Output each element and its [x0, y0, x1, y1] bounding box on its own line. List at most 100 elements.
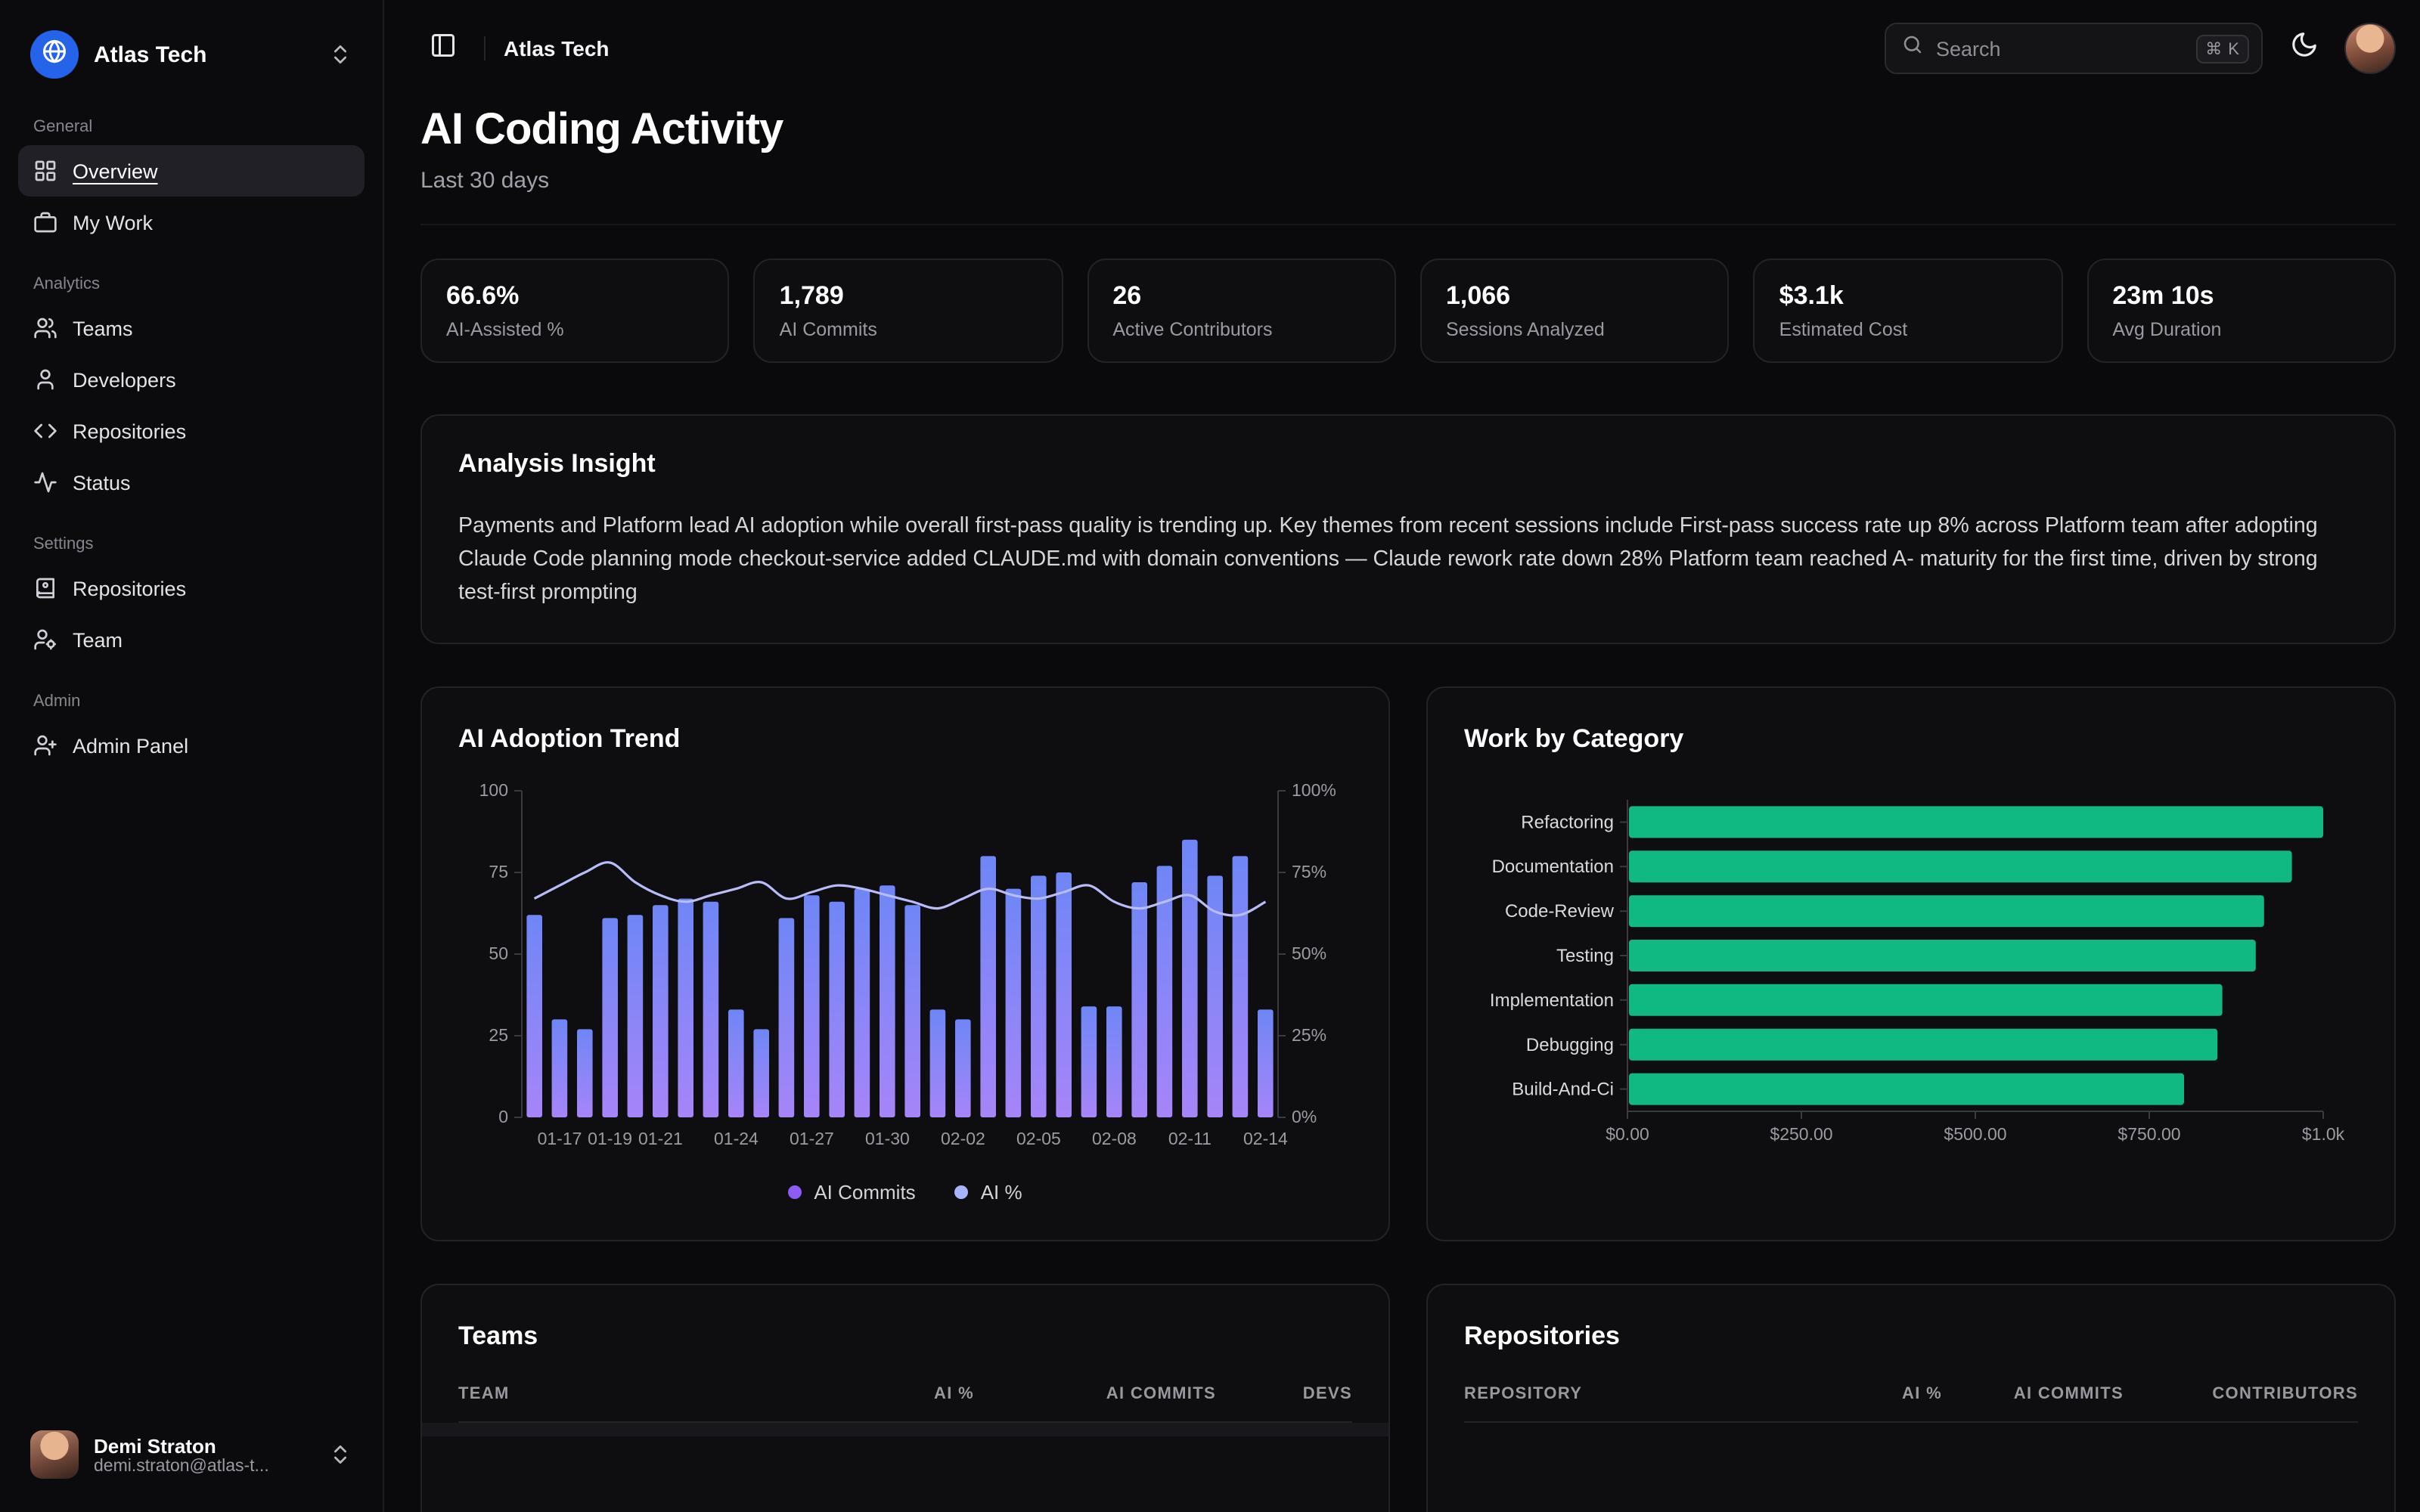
svg-text:100%: 100% — [1292, 781, 1336, 801]
stat-card-ai-commits: 1,789 AI Commits — [754, 259, 1063, 363]
table-row[interactable] — [422, 1424, 1388, 1437]
topbar: Atlas Tech ⌘ K — [384, 0, 2420, 97]
chevrons-up-down-icon — [328, 1442, 352, 1467]
svg-text:50%: 50% — [1292, 944, 1326, 964]
svg-text:50: 50 — [489, 944, 508, 964]
user-avatar — [30, 1430, 79, 1479]
sidebar-item-admin-panel[interactable]: Admin Panel — [18, 720, 365, 771]
section-label-analytics: Analytics — [18, 275, 365, 293]
page-subtitle: Last 30 days — [420, 168, 2396, 194]
briefcase-icon — [33, 210, 57, 234]
svg-text:Code-Review: Code-Review — [1505, 902, 1615, 922]
svg-text:0: 0 — [498, 1108, 508, 1127]
search-box: ⌘ K — [1885, 23, 2263, 74]
svg-text:02-05: 02-05 — [1016, 1129, 1061, 1149]
svg-text:100: 100 — [479, 781, 508, 801]
stat-value: 1,066 — [1446, 281, 1704, 311]
sidebar: Atlas Tech General Overview My Work Anal… — [0, 0, 384, 1512]
svg-text:25: 25 — [489, 1026, 508, 1046]
activity-icon — [33, 470, 57, 494]
users-gear-icon — [33, 733, 57, 758]
sidebar-item-repo-settings[interactable]: Repositories — [18, 562, 365, 614]
app-window: Atlas Tech General Overview My Work Anal… — [0, 0, 2420, 1512]
sidebar-toggle-button[interactable] — [420, 26, 466, 71]
insight-title: Analysis Insight — [458, 449, 2358, 479]
stat-value: 66.6% — [446, 281, 704, 311]
sidebar-nav: General Overview My Work Analytics Teams… — [18, 91, 365, 771]
sidebar-item-teams[interactable]: Teams — [18, 302, 365, 354]
svg-text:75: 75 — [489, 863, 508, 882]
charts-row: AI Adoption Trend 00%2525%5050%7575%1001… — [420, 687, 2396, 1242]
stat-value: $3.1k — [1779, 281, 2037, 311]
ai-adoption-trend-chart[interactable]: 00%2525%5050%7575%100100%01-1701-1901-21… — [458, 776, 1357, 1167]
topbar-divider — [484, 36, 486, 60]
sidebar-item-developers[interactable]: Developers — [18, 354, 365, 405]
work-by-category-card: Work by Category RefactoringDocumentatio… — [1426, 687, 2396, 1242]
stat-label: Avg Duration — [2112, 319, 2370, 340]
work-by-category-chart[interactable]: RefactoringDocumentationCode-ReviewTesti… — [1464, 792, 2363, 1163]
section-label-general: General — [18, 118, 365, 136]
ai-adoption-trend-card: AI Adoption Trend 00%2525%5050%7575%1001… — [420, 687, 1390, 1242]
legend-dot — [955, 1186, 969, 1200]
main-area: Atlas Tech ⌘ K AI Coding Activity Last 3… — [384, 0, 2420, 1512]
svg-text:$250.00: $250.00 — [1770, 1125, 1832, 1145]
chart-title: Work by Category — [1464, 725, 2358, 755]
sidebar-item-status[interactable]: Status — [18, 457, 365, 508]
svg-text:Debugging: Debugging — [1526, 1036, 1614, 1056]
brand-logo — [30, 30, 79, 79]
user-icon — [33, 367, 57, 392]
svg-text:02-02: 02-02 — [941, 1129, 985, 1149]
breadcrumb: Atlas Tech — [504, 36, 610, 60]
page-header: AI Coding Activity Last 30 days — [420, 97, 2396, 225]
users-icon — [33, 316, 57, 340]
user-email: demi.straton@atlas-t... — [94, 1457, 313, 1475]
repos-table-header: Repository AI % AI Commits Contributors — [1464, 1386, 2358, 1424]
col-repository: Repository — [1464, 1386, 1806, 1404]
svg-text:Testing: Testing — [1556, 947, 1614, 967]
repositories-card: Repositories Repository AI % AI Commits … — [1426, 1284, 2396, 1512]
legend-item-ai-commits[interactable]: AI Commits — [788, 1182, 915, 1204]
sidebar-item-repositories[interactable]: Repositories — [18, 405, 365, 457]
svg-text:01-24: 01-24 — [714, 1129, 759, 1149]
stat-label: Estimated Cost — [1779, 319, 2037, 340]
stat-label: Sessions Analyzed — [1446, 319, 1704, 340]
profile-avatar[interactable] — [2344, 23, 2396, 74]
page-title: AI Coding Activity — [420, 106, 2396, 156]
search-input[interactable] — [1936, 37, 2184, 60]
legend-item-ai-pct[interactable]: AI % — [955, 1182, 1022, 1204]
svg-text:01-27: 01-27 — [790, 1129, 834, 1149]
svg-text:Build-And-Ci: Build-And-Ci — [1512, 1080, 1614, 1101]
repo-settings-icon — [33, 576, 57, 600]
sidebar-item-overview[interactable]: Overview — [18, 145, 365, 197]
stat-label: Active Contributors — [1112, 319, 1370, 340]
svg-text:$1.0k: $1.0k — [2302, 1125, 2345, 1145]
sidebar-item-my-work[interactable]: My Work — [18, 197, 365, 248]
svg-text:$750.00: $750.00 — [2118, 1125, 2180, 1145]
stat-card-active-contributors: 26 Active Contributors — [1087, 259, 1396, 363]
svg-text:01-19: 01-19 — [588, 1129, 632, 1149]
col-ai-commits: AI Commits — [974, 1386, 1216, 1404]
workspace-switcher[interactable]: Atlas Tech — [18, 18, 365, 91]
tables-row: Teams Team AI % AI Commits Devs Reposito… — [420, 1284, 2396, 1512]
sidebar-item-team-settings[interactable]: Team — [18, 614, 365, 665]
svg-text:$500.00: $500.00 — [1944, 1125, 2006, 1145]
teams-card: Teams Team AI % AI Commits Devs — [420, 1284, 1390, 1512]
search-icon — [1901, 33, 1924, 64]
workspace-name: Atlas Tech — [94, 42, 313, 67]
col-team: Team — [458, 1386, 838, 1404]
svg-text:$0.00: $0.00 — [1606, 1125, 1649, 1145]
svg-text:Implementation: Implementation — [1490, 991, 1614, 1012]
stat-value: 23m 10s — [2112, 281, 2370, 311]
svg-text:Documentation: Documentation — [1492, 857, 1614, 878]
stat-value: 1,789 — [780, 281, 1038, 311]
user-menu[interactable]: Demi Straton demi.straton@atlas-t... — [18, 1418, 365, 1491]
moon-icon — [2289, 30, 2318, 67]
svg-text:01-21: 01-21 — [638, 1129, 683, 1149]
code-icon — [33, 419, 57, 443]
theme-toggle-button[interactable] — [2281, 26, 2326, 71]
col-devs: Devs — [1216, 1386, 1352, 1404]
teams-title: Teams — [458, 1322, 1352, 1352]
svg-text:02-14: 02-14 — [1243, 1129, 1288, 1149]
col-ai-commits: AI Commits — [1942, 1386, 2124, 1404]
col-contributors: Contributors — [2124, 1386, 2358, 1404]
